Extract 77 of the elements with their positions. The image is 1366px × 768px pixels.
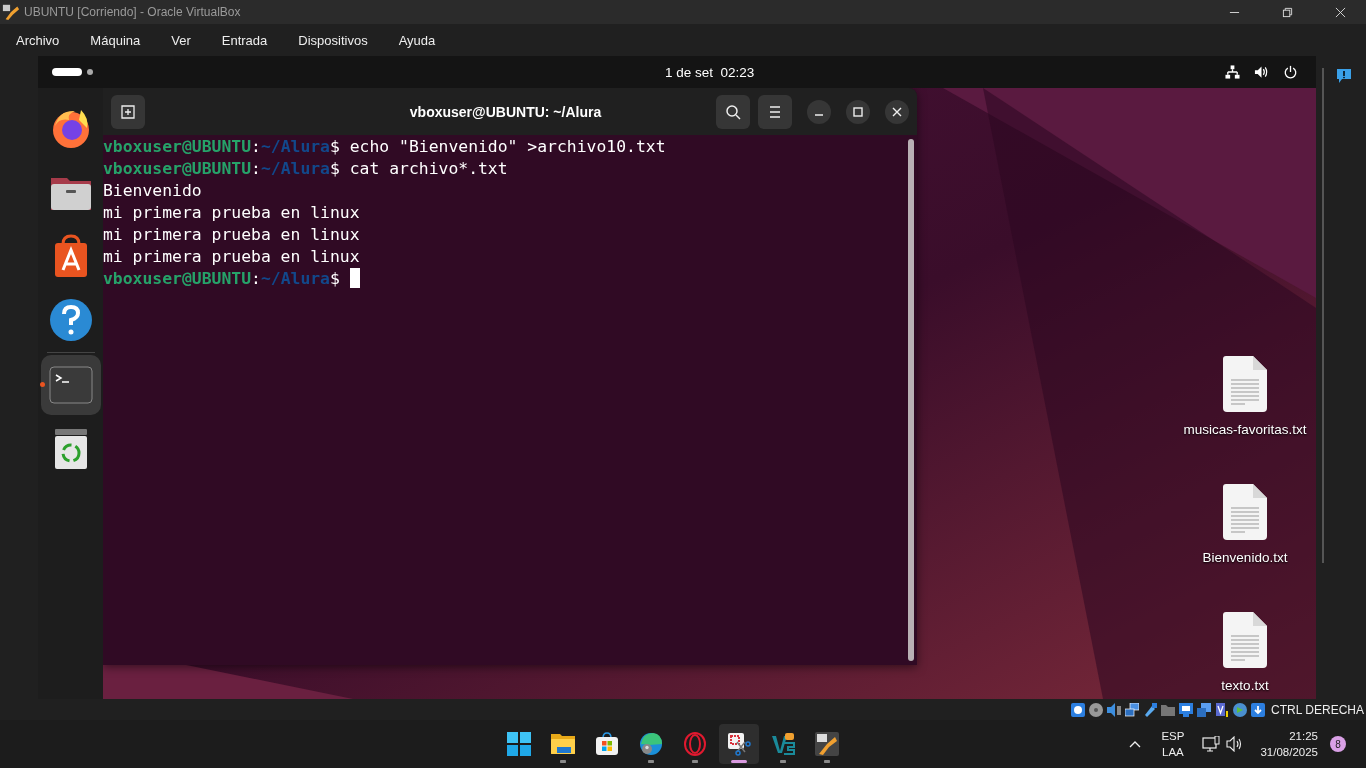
prompt-path: ~/Alura <box>260 159 330 178</box>
search-button[interactable] <box>716 94 750 129</box>
notification-badge[interactable]: 8 <box>1330 736 1346 752</box>
prompt-separator: : <box>251 159 261 178</box>
menu-item[interactable]: Ver <box>171 32 191 48</box>
optical-disc-icon[interactable] <box>1089 702 1104 717</box>
virtualbox-logo-icon[interactable] <box>815 732 839 756</box>
menu-item[interactable]: Dispositivos <box>298 32 368 48</box>
folder-icon[interactable] <box>551 732 575 756</box>
windows-logo-icon[interactable] <box>507 732 531 756</box>
file-label[interactable]: Bienvenido.txt <box>1181 550 1309 565</box>
host-key-label: CTRL DERECHA <box>1271 702 1364 717</box>
prompt-user: vboxuser@UBUNTU <box>103 159 252 178</box>
terminal-icon[interactable] <box>48 363 93 407</box>
swirl-icon[interactable] <box>639 732 663 756</box>
language-indicator[interactable]: ESP <box>1161 728 1185 744</box>
text-file-icon[interactable] <box>1223 484 1267 540</box>
output-text: mi primera prueba en linux <box>103 203 360 222</box>
volume-icon[interactable] <box>1254 65 1269 79</box>
power-icon[interactable] <box>1283 65 1298 79</box>
scrollbar[interactable] <box>908 139 914 661</box>
restore-icon[interactable] <box>1282 6 1293 18</box>
usb-icon[interactable] <box>1143 702 1158 717</box>
clock-date[interactable]: 31/08/2025 <box>1260 744 1318 760</box>
output-text: Bienvenido <box>103 181 202 200</box>
maximize-button[interactable] <box>846 99 870 124</box>
monitor-icon[interactable] <box>1179 702 1194 717</box>
chip-icon[interactable] <box>1215 702 1230 717</box>
menu-item[interactable]: Entrada <box>221 32 268 48</box>
close-icon[interactable] <box>1335 6 1346 18</box>
dock-item-highlight[interactable] <box>40 355 101 415</box>
language-indicator[interactable]: LAA <box>1162 744 1184 760</box>
text-file-icon[interactable] <box>1223 356 1267 412</box>
vs-logo-icon[interactable] <box>771 732 795 756</box>
command-text: cat archivo*.txt <box>349 159 508 178</box>
prompt-path: ~/Alura <box>260 137 330 156</box>
notification-icon[interactable] <box>1336 68 1352 84</box>
hard-disk-icon[interactable] <box>1071 702 1086 717</box>
minimize-button[interactable] <box>807 99 831 124</box>
menu-button[interactable] <box>758 94 792 129</box>
menu-item[interactable]: Ayuda <box>398 32 436 48</box>
prompt-user: vboxuser@UBUNTU <box>103 137 252 156</box>
network-icon[interactable] <box>1125 702 1140 717</box>
prompt-symbol: $ <box>330 137 340 156</box>
ring-o-icon[interactable] <box>683 732 707 756</box>
network-icon[interactable] <box>1225 65 1240 79</box>
speaker-icon[interactable] <box>1107 702 1122 717</box>
store-bag-icon[interactable] <box>595 732 619 756</box>
menu-item[interactable]: Archivo <box>16 32 60 48</box>
download-icon[interactable] <box>1251 702 1266 717</box>
file-label[interactable]: texto.txt <box>1181 678 1309 693</box>
panel-clock[interactable]: 1 de set 02:23 <box>665 64 755 80</box>
windows-icon[interactable] <box>1197 702 1212 717</box>
prompt-symbol: $ <box>330 269 340 288</box>
output-text: mi primera prueba en linux <box>103 225 360 244</box>
file-label[interactable]: musicas-favoritas.txt <box>1181 422 1309 437</box>
prompt-user: vboxuser@UBUNTU <box>103 269 252 288</box>
chevron-up-icon[interactable] <box>1129 740 1142 748</box>
terminal-title: vboxuser@UBUNTU: ~/Alura <box>408 103 603 120</box>
network-monitor-icon[interactable] <box>1202 736 1221 752</box>
workspace-indicator-icon[interactable] <box>52 68 94 76</box>
text-file-icon[interactable] <box>1223 612 1267 668</box>
prompt-symbol: $ <box>330 159 340 178</box>
scissors-frame-icon[interactable] <box>727 732 751 756</box>
close-button[interactable] <box>885 99 909 124</box>
command-text: echo "Bienvenido" >archivo10.txt <box>349 137 666 156</box>
help-icon[interactable] <box>48 298 93 342</box>
prompt-path: ~/Alura <box>260 269 330 288</box>
window-title: UBUNTU [Corriendo] - Oracle VirtualBox <box>24 5 241 19</box>
prompt-separator: : <box>251 137 261 156</box>
virtualbox-logo-icon <box>2 3 20 21</box>
new-tab-button[interactable] <box>111 94 145 129</box>
prompt-separator: : <box>251 269 261 288</box>
output-text: mi primera prueba en linux <box>103 247 360 266</box>
clock-time[interactable]: 21:25 <box>1289 728 1318 744</box>
menu-item[interactable]: Máquina <box>90 32 141 48</box>
taskbar-item-highlight[interactable] <box>719 724 759 764</box>
